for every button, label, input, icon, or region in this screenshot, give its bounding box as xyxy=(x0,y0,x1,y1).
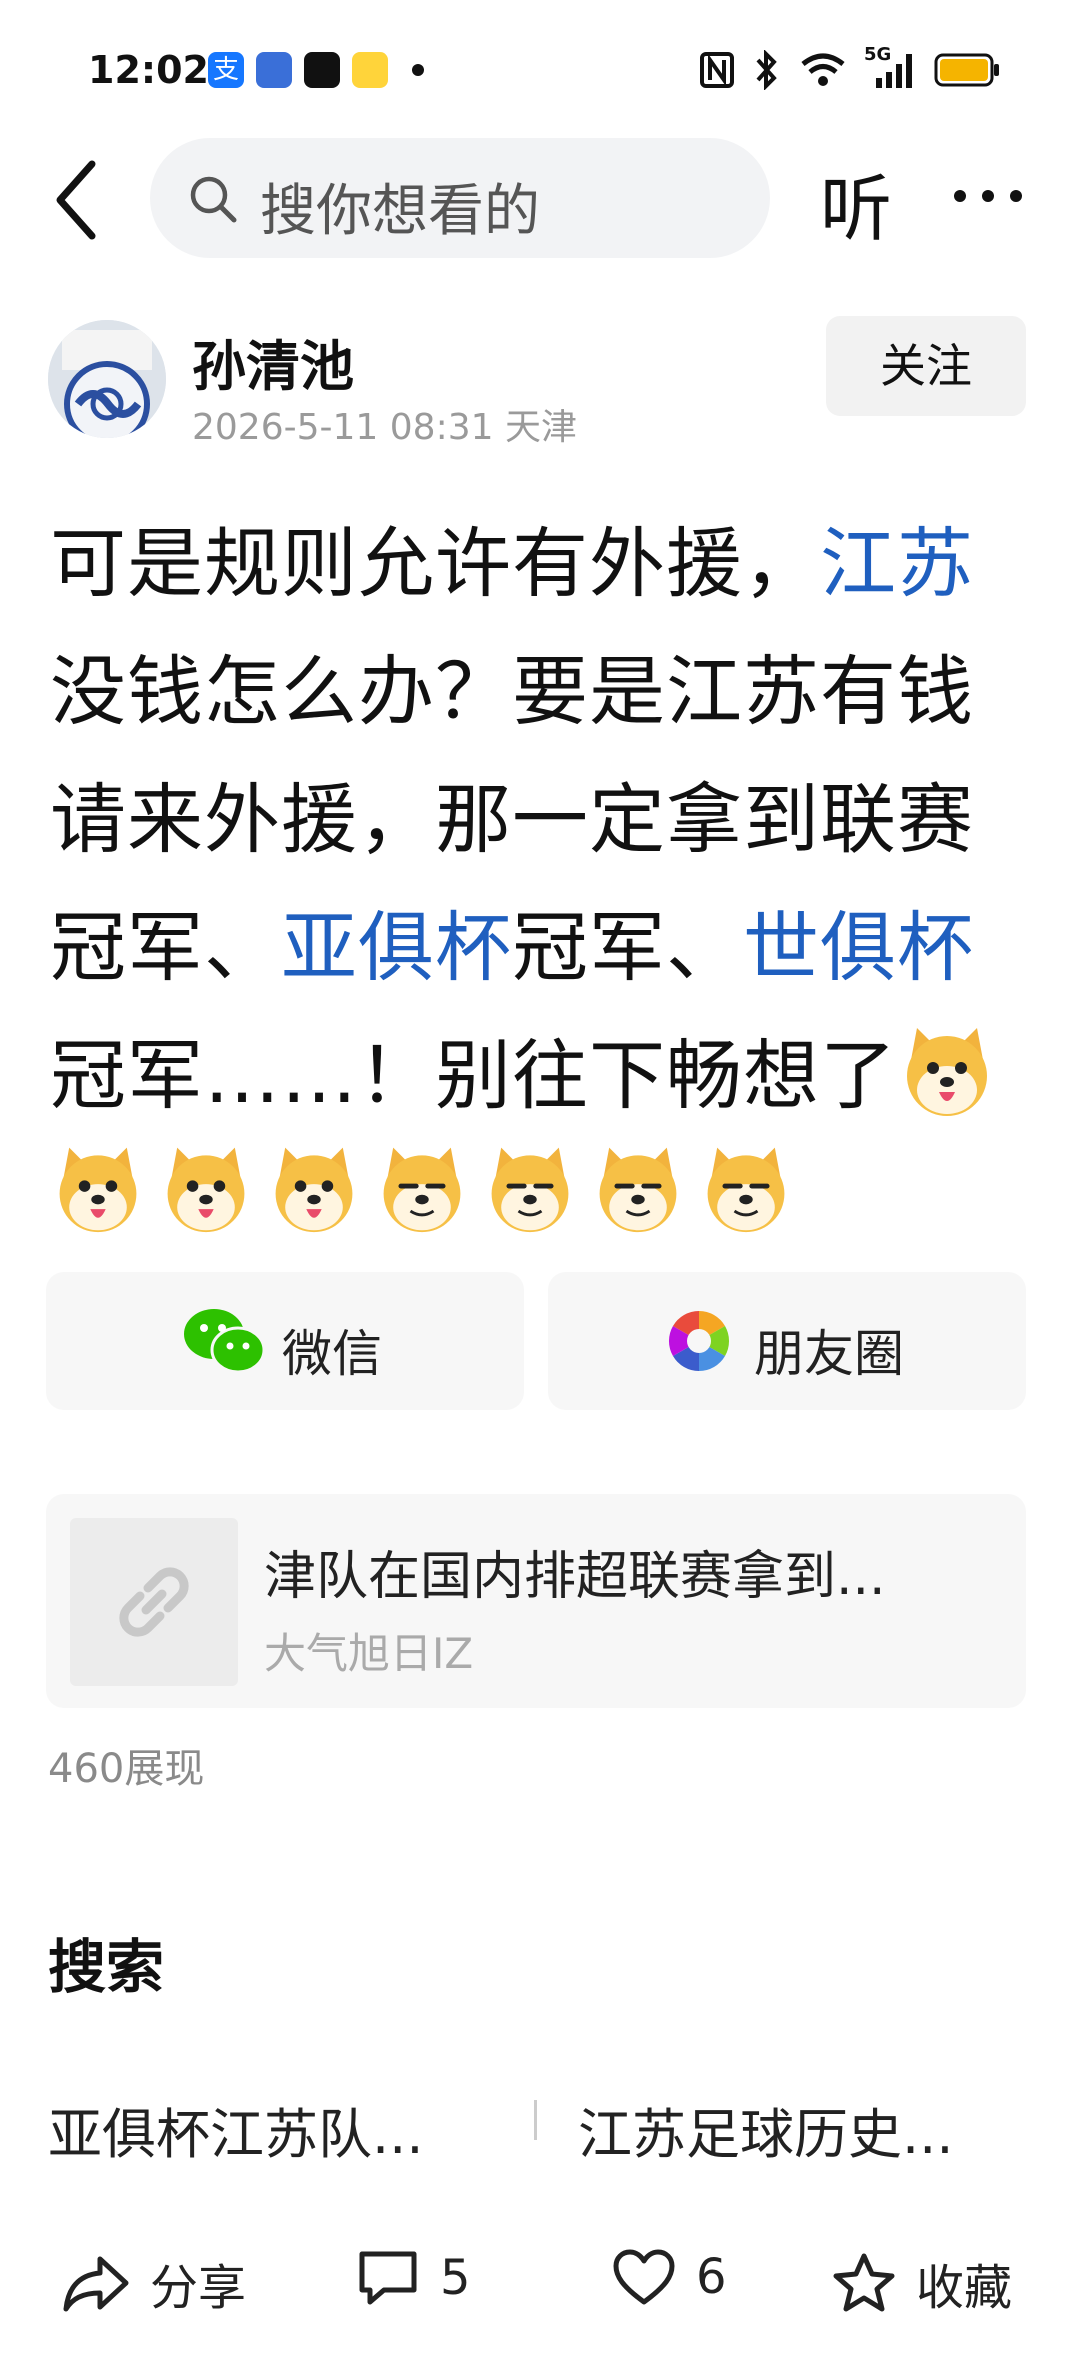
post-text-segment: 冠军、 xyxy=(512,903,743,992)
heart-icon xyxy=(613,2249,675,2305)
app-icon xyxy=(256,52,292,88)
search-placeholder: 搜你想看的 xyxy=(260,179,540,244)
link-source: 大气旭日IZ xyxy=(264,1629,474,1678)
share-wechat-button[interactable]: 微信 xyxy=(46,1272,524,1410)
related-search-item[interactable]: 亚俱杯江苏队... xyxy=(48,2090,424,2169)
moments-icon xyxy=(668,1311,730,1371)
post-timestamp: 2026-5-11 08:31 天津 xyxy=(192,407,577,448)
status-indicators: 5G xyxy=(700,44,1000,90)
divider xyxy=(534,2100,537,2140)
doge-smirk-emoji xyxy=(599,1147,677,1233)
comment-icon xyxy=(359,2251,417,2305)
link-thumbnail xyxy=(70,1518,238,1686)
comment-count: 5 xyxy=(440,2250,471,2306)
alipay-icon: 支 xyxy=(208,52,244,88)
more-icon[interactable] xyxy=(948,176,1028,216)
search-icon xyxy=(190,176,237,223)
weibo-icon xyxy=(352,52,388,88)
wechat-icon xyxy=(184,1309,266,1374)
comment-button[interactable]: 5 xyxy=(356,2248,471,2308)
back-arrow-icon xyxy=(56,160,96,240)
status-bar: 12:02 支 5G xyxy=(0,0,1080,140)
wifi-icon xyxy=(801,53,845,86)
share-wechat-label: 微信 xyxy=(282,1325,382,1383)
post-text-segment: 可是规则允许有外援， xyxy=(50,519,820,608)
share-icon xyxy=(63,2256,129,2312)
signal-indicator: 5G xyxy=(864,44,916,90)
post-text-segment: 冠军……！别往下畅想了 xyxy=(50,1031,897,1120)
doge-tongue-emoji xyxy=(907,1028,987,1116)
doge-smirk-emoji xyxy=(707,1147,785,1233)
link-card[interactable]: 津队在国内排超联赛拿到... 大气旭日IZ xyxy=(46,1494,1026,1708)
bottom-action-bar: 分享 5 6 收藏 xyxy=(0,2220,1080,2340)
notification-dot xyxy=(412,64,424,76)
avatar[interactable] xyxy=(48,320,166,438)
author-name[interactable]: 孙清池 xyxy=(192,322,354,401)
topic-link-jiangsu[interactable]: 江苏 xyxy=(820,519,974,608)
back-button[interactable] xyxy=(50,158,110,242)
related-search-item[interactable]: 江苏足球历史... xyxy=(578,2090,954,2169)
share-label: 分享 xyxy=(150,2260,247,2316)
favorite-label: 收藏 xyxy=(916,2260,1013,2316)
emoji-row xyxy=(50,1140,794,1236)
doge-smirk-emoji xyxy=(491,1147,569,1233)
status-time: 12:02 xyxy=(88,48,209,92)
doge-tongue-emoji xyxy=(167,1147,245,1233)
battery-icon xyxy=(934,53,999,87)
search-section-heading: 搜索 xyxy=(48,1933,165,2001)
like-count: 6 xyxy=(696,2249,727,2305)
post-text: 可是规则允许有外援，江苏没钱怎么办？要是江苏有钱请来外援，那一定拿到联赛冠军、亚… xyxy=(50,500,1030,1140)
douyin-icon xyxy=(304,52,340,88)
link-title: 津队在国内排超联赛拿到... xyxy=(264,1547,886,1607)
signal-icon xyxy=(876,54,912,88)
listen-button[interactable]: 听 xyxy=(820,150,892,255)
doge-tongue-emoji xyxy=(275,1147,353,1233)
view-count: 460展现 xyxy=(48,1746,205,1792)
share-button[interactable]: 分享 xyxy=(62,2248,246,2318)
doge-tongue-emoji xyxy=(59,1147,137,1233)
follow-button[interactable]: 关注 xyxy=(826,316,1026,416)
doge-smirk-emoji xyxy=(383,1147,461,1233)
search-input[interactable]: 搜你想看的 xyxy=(150,138,770,258)
link-icon xyxy=(119,1567,189,1637)
share-moments-label: 朋友圈 xyxy=(754,1325,904,1383)
share-moments-button[interactable]: 朋友圈 xyxy=(548,1272,1026,1410)
favorite-button[interactable]: 收藏 xyxy=(832,2248,1012,2318)
star-icon xyxy=(833,2253,895,2312)
topic-link-club-world-cup[interactable]: 世俱杯 xyxy=(743,903,974,992)
like-button[interactable]: 6 xyxy=(612,2248,727,2306)
bluetooth-icon xyxy=(756,50,777,90)
nfc-icon xyxy=(700,52,734,88)
topic-link-afc[interactable]: 亚俱杯 xyxy=(281,903,512,992)
